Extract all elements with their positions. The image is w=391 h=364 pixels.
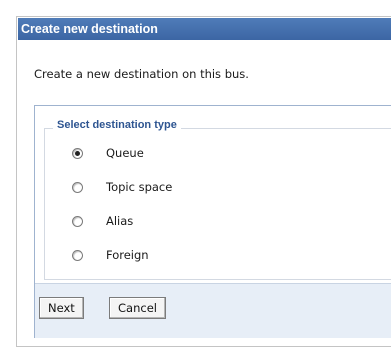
option-topic-space[interactable]: Topic space	[45, 178, 172, 196]
radio-topic-space[interactable]	[72, 181, 83, 193]
option-label[interactable]: Foreign	[106, 248, 149, 262]
option-label[interactable]: Topic space	[106, 180, 172, 194]
radio-foreign[interactable]	[72, 249, 83, 261]
destination-form: Queue Topic space Alias Foreign Select d…	[34, 105, 391, 338]
cancel-button[interactable]: Cancel	[109, 297, 166, 319]
intro-text: Create a new destination on this bus.	[34, 67, 249, 81]
option-foreign[interactable]: Foreign	[45, 246, 149, 264]
option-label[interactable]: Queue	[106, 146, 144, 160]
fieldset-legend: Select destination type	[53, 119, 181, 131]
create-destination-panel: Create new destination Create a new dest…	[16, 16, 391, 347]
next-button[interactable]: Next	[39, 297, 84, 319]
radio-queue[interactable]	[72, 147, 83, 159]
option-alias[interactable]: Alias	[45, 212, 133, 230]
option-queue[interactable]: Queue	[45, 144, 144, 162]
panel-title: Create new destination	[18, 18, 391, 40]
radio-alias[interactable]	[72, 215, 83, 227]
destination-type-fieldset: Queue Topic space Alias Foreign	[44, 128, 391, 280]
form-area: Queue Topic space Alias Foreign Select d…	[35, 106, 391, 284]
button-bar: Next Cancel	[35, 284, 391, 338]
option-label[interactable]: Alias	[106, 214, 133, 228]
